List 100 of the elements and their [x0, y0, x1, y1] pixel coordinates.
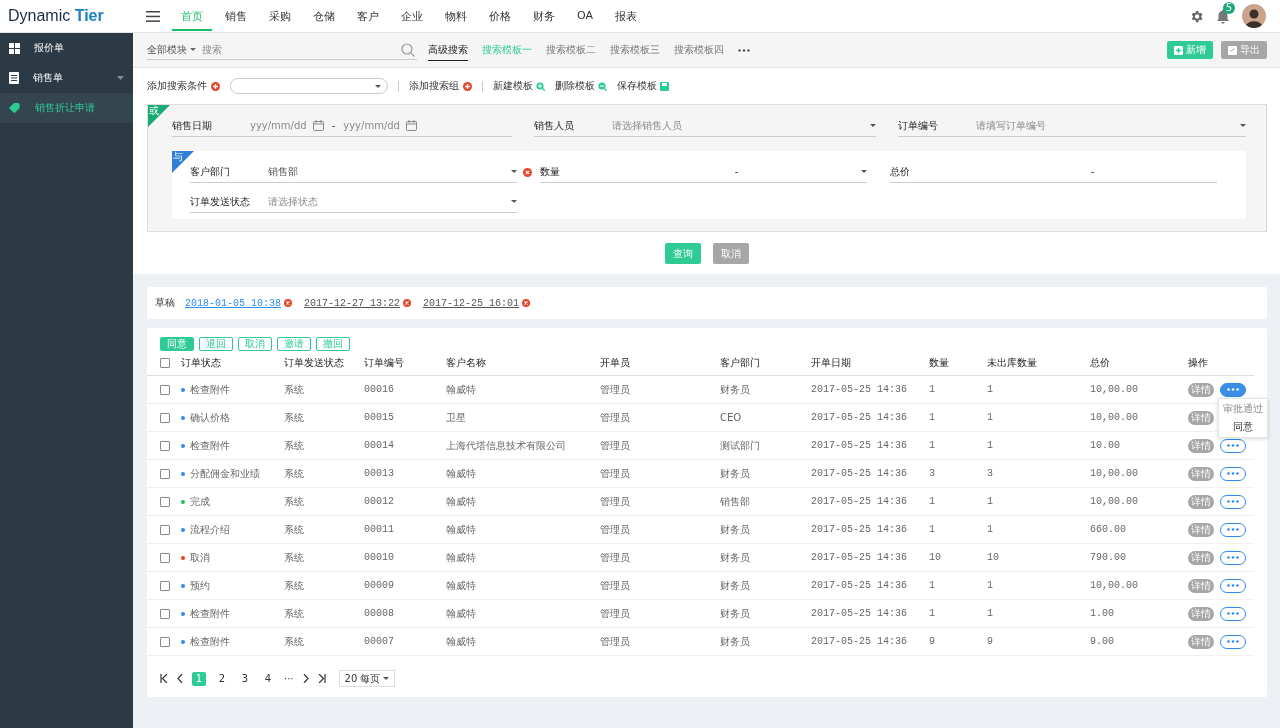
table-cell-text: 1 [987, 580, 994, 591]
table-cell-text: 2017-05-25 14:36 [811, 608, 908, 619]
page-button[interactable]: 4 [261, 671, 275, 686]
filter-field[interactable]: 数量 - [540, 161, 867, 183]
table-cell-text: 销售部 [720, 494, 751, 509]
table-cell-text: 9 [987, 636, 994, 647]
sidebar-item[interactable]: 报价单 [0, 33, 133, 63]
nav-tab[interactable]: 仓储 [304, 1, 344, 31]
column-header: 开单日期 [811, 356, 852, 370]
table-cell-text: 管理员 [600, 606, 631, 621]
nav-tab[interactable]: 物料 [436, 1, 476, 31]
table-cell-text: 2017-05-25 14:36 [811, 412, 908, 423]
search-tab[interactable]: 高级搜索 [428, 39, 468, 61]
nav-tab[interactable]: 采购 [260, 1, 300, 31]
table-cell-text: 2017-05-25 14:36 [811, 636, 908, 647]
column-header: 客户名称 [446, 356, 487, 370]
nav-tab[interactable]: 销售 [216, 1, 256, 31]
nav-tab[interactable]: 报表 [606, 1, 646, 31]
table-cell-text: 系统 [284, 494, 305, 509]
table-cell: 检查附件 [190, 634, 230, 649]
nav-tab[interactable]: 企业 [392, 1, 432, 31]
table-cell: 完成 [190, 494, 210, 509]
table-cell-text: 翰威特 [446, 606, 477, 621]
column-header: 客户部门 [720, 356, 761, 370]
add-group-label: 添加搜索组 [409, 79, 459, 93]
draft-link[interactable]: 2017-12-25 16:01 [423, 297, 520, 309]
table-cell-text: 790.00 [1090, 552, 1127, 563]
search-tab[interactable]: 搜索模板二 [546, 39, 596, 61]
table-cell-text: 系统 [284, 522, 305, 537]
table-cell-text: 00008 [364, 608, 395, 619]
column-header: 总价 [1090, 356, 1111, 370]
nav-tab[interactable]: 价格 [480, 1, 520, 31]
table-cell-text: 财务员 [720, 578, 751, 593]
table-cell-text: 1 [987, 384, 994, 395]
table-cell-text: 财务员 [720, 634, 751, 649]
template-link[interactable]: 删除模板 [555, 79, 607, 93]
table-cell-text: 3 [929, 468, 936, 479]
table-cell: 检查附件 [190, 438, 230, 453]
table-cell-text: 1 [929, 412, 936, 423]
table-cell-text: 3 [987, 468, 994, 479]
menu-item[interactable]: 同意 [1219, 417, 1267, 436]
page-button[interactable]: 3 [238, 671, 252, 686]
table-cell-text: 翰威特 [446, 494, 477, 509]
nav-tab[interactable]: 客户 [348, 1, 388, 31]
filter-field[interactable]: 销售日期 yyy/mm/dd - yyy/mm/dd [172, 115, 512, 137]
table-cell-text: 9.00 [1090, 636, 1115, 647]
table-cell-text: 1 [929, 496, 936, 507]
column-header: 订单编号 [364, 356, 405, 370]
table-cell-text: 1 [987, 608, 994, 619]
table-cell-text: 00007 [364, 636, 395, 647]
table-cell-text: 1 [929, 580, 936, 591]
table-cell-text: 1 [987, 524, 994, 535]
table-cell-text: 10,00.00 [1090, 580, 1139, 591]
search-tab[interactable]: 搜索模板四 [674, 39, 724, 61]
search-field[interactable]: 搜索 [200, 40, 417, 60]
search-tab[interactable]: 搜索模板三 [610, 39, 660, 61]
table-cell-text: 00011 [364, 524, 395, 535]
table-cell-text: 1.00 [1090, 608, 1115, 619]
table-cell-text: 1 [929, 384, 936, 395]
table-cell-text: 管理员 [600, 550, 631, 565]
column-header: 订单状态 [181, 356, 222, 370]
table-cell-text: 系统 [284, 550, 305, 565]
table-cell-text: 00015 [364, 412, 395, 423]
nav-tab[interactable]: OA [568, 1, 602, 31]
table-cell-text: 翰威特 [446, 550, 477, 565]
table-cell: 检查附件 [190, 382, 230, 397]
table-cell-text: 00016 [364, 384, 395, 395]
table-cell-text: 10,00.00 [1090, 412, 1139, 423]
page-button[interactable]: 2 [215, 671, 229, 686]
table-cell-text: 1 [929, 524, 936, 535]
filter-field[interactable]: 销售人员 请选择销售人员 [534, 115, 876, 137]
module-select[interactable]: 全部模块 [147, 40, 200, 60]
table-cell-text: 翰威特 [446, 578, 477, 593]
column-header: 订单发送状态 [284, 356, 345, 370]
page-size-select[interactable]: 20 每页 [338, 670, 396, 687]
table-cell-text: 翰威特 [446, 522, 477, 537]
table-cell-text: 2017-05-25 14:36 [811, 468, 908, 479]
template-link[interactable]: 保存模板 [617, 79, 669, 93]
table-cell-text: 财务员 [720, 550, 751, 565]
nav-tab[interactable]: 财务 [524, 1, 564, 31]
filter-field[interactable]: 订单发送状态 请选择状态 [190, 191, 517, 213]
table-cell-text: 2017-05-25 14:36 [811, 580, 908, 591]
sidebar-item[interactable]: 销售折让申请 [0, 93, 133, 123]
table-cell-text: 翰威特 [446, 634, 477, 649]
draft-link[interactable]: 2018-01-05 10:38 [185, 297, 281, 309]
sidebar-item[interactable]: 销售单 [0, 63, 133, 93]
column-header: 开单员 [600, 356, 631, 370]
draft-link[interactable]: 2017-12-27 13:22 [304, 297, 401, 309]
table-cell-text: 2017-05-25 14:36 [811, 496, 908, 507]
table-cell-text: 管理员 [600, 494, 631, 509]
add-condition-label: 添加搜索条件 [147, 79, 207, 93]
table-cell-text: 管理员 [600, 466, 631, 481]
filter-field[interactable]: 总价 - [890, 161, 1217, 183]
table-cell-text: 管理员 [600, 410, 631, 425]
table-cell-text: 系统 [284, 382, 305, 397]
or-tag: 或 [148, 105, 170, 127]
template-link[interactable]: 新建模板 [493, 79, 545, 93]
table-cell-text: 2017-05-25 14:36 [811, 524, 908, 535]
filter-field[interactable]: 订单编号 请填写订单编号 [898, 115, 1246, 137]
table-cell: 流程介绍 [190, 522, 230, 537]
